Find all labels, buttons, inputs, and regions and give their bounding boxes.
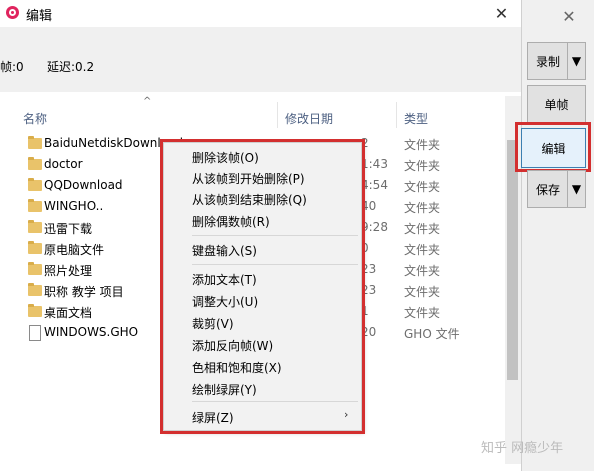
folder-icon xyxy=(28,241,42,254)
record-dropdown-button[interactable]: ▼ xyxy=(567,42,586,80)
file-name: 桌面文档 xyxy=(44,306,93,320)
window-titlebar: 编辑 ✕ xyxy=(0,0,521,27)
folder-icon xyxy=(28,220,42,233)
context-menu-highlight-box xyxy=(160,139,365,434)
folder-icon xyxy=(28,178,42,191)
single-frame-button[interactable]: 单帧 xyxy=(527,85,586,123)
scrollbar-thumb[interactable] xyxy=(507,140,518,380)
file-date: 1:43 xyxy=(361,157,388,171)
file-date: 4:54 xyxy=(361,178,388,192)
edit-highlight-box xyxy=(515,122,591,172)
column-divider[interactable] xyxy=(396,102,397,128)
watermark: 知乎 网瘾少年 xyxy=(481,441,564,456)
file-name: 迅雷下载 xyxy=(44,222,93,236)
file-type: 文件夹 xyxy=(404,222,441,236)
file-name: QQDownload xyxy=(44,178,123,192)
folder-icon xyxy=(28,283,42,296)
app-logo-icon xyxy=(6,6,19,19)
folder-icon xyxy=(28,157,42,170)
panel-close-button[interactable]: ✕ xyxy=(554,4,584,28)
close-button[interactable]: ✕ xyxy=(482,0,521,27)
folder-icon xyxy=(28,136,42,149)
chevron-down-icon: ▼ xyxy=(571,54,582,68)
sort-ascending-icon: ^ xyxy=(143,96,152,107)
column-divider[interactable] xyxy=(277,102,278,128)
file-type: 文件夹 xyxy=(404,243,441,257)
record-button-label: 录制 xyxy=(535,54,560,69)
save-button-label: 保存 xyxy=(535,182,560,197)
column-header-date[interactable]: 修改日期 xyxy=(285,110,333,127)
file-type: 文件夹 xyxy=(404,138,441,152)
folder-icon xyxy=(28,199,42,212)
save-button[interactable]: 保存 xyxy=(527,170,569,208)
chevron-down-icon: ▼ xyxy=(571,182,582,196)
file-icon xyxy=(29,325,41,341)
record-button[interactable]: 录制 xyxy=(527,42,569,80)
column-header-name[interactable]: 名称 xyxy=(23,110,47,127)
file-type: 文件夹 xyxy=(404,285,441,299)
frame-count-label: 帧:0 xyxy=(0,60,24,74)
file-type: 文件夹 xyxy=(404,306,441,320)
file-name: doctor xyxy=(44,157,83,171)
folder-icon xyxy=(28,262,42,275)
file-type: 文件夹 xyxy=(404,264,441,278)
save-dropdown-button[interactable]: ▼ xyxy=(567,170,586,208)
delay-label: 延迟:0.2 xyxy=(47,60,95,74)
column-header-type[interactable]: 类型 xyxy=(404,110,428,127)
file-type: 文件夹 xyxy=(404,159,441,173)
window-title: 编辑 xyxy=(26,9,53,24)
file-name: 原电脑文件 xyxy=(44,243,105,257)
single-frame-button-label: 单帧 xyxy=(544,97,569,112)
file-type: 文件夹 xyxy=(404,201,441,215)
file-date: 9:28 xyxy=(361,220,388,234)
file-name: 职称 教学 项目 xyxy=(44,285,124,299)
file-name: 照片处理 xyxy=(44,264,93,278)
info-bar: 帧:0 延迟:0.2 xyxy=(0,27,521,92)
folder-icon xyxy=(28,304,42,317)
file-type: GHO 文件 xyxy=(404,327,460,341)
file-name: WINDOWS.GHO xyxy=(44,325,139,339)
file-type: 文件夹 xyxy=(404,180,441,194)
file-name: WINGHO.. xyxy=(44,199,104,213)
